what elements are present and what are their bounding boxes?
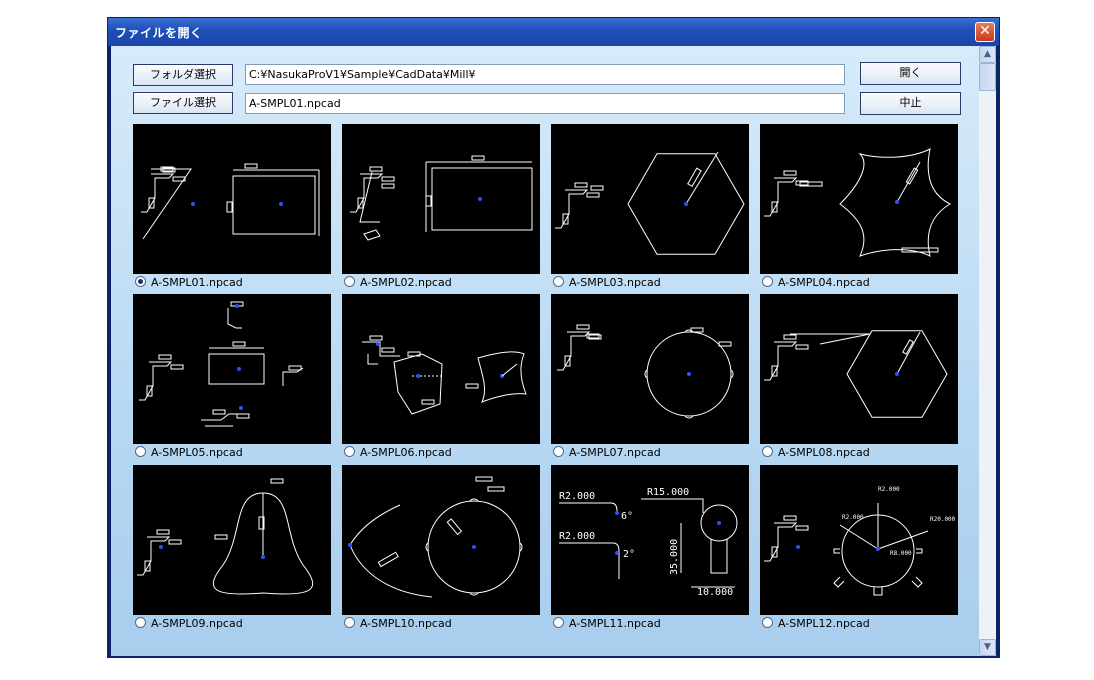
radio-button-icon[interactable] [135, 276, 146, 287]
scroll-down-icon[interactable]: ▼ [979, 639, 996, 656]
file-name-field[interactable]: A-SMPL01.npcad [245, 93, 845, 114]
radio-button-icon[interactable] [135, 617, 146, 628]
radio-button-icon[interactable] [344, 446, 355, 457]
file-select-button[interactable]: ファイル選択 [133, 92, 233, 114]
file-name-label: A-SMPL01.npcad [151, 276, 243, 289]
cad-drawing [764, 330, 948, 418]
file-option[interactable]: A-SMPL05.npcad [135, 446, 243, 460]
dialog-body: フォルダ選択 ファイル選択 C:¥NasukaProV1¥Sample¥CadD… [111, 46, 996, 656]
file-open-dialog: ファイルを開く ✕ フォルダ選択 ファイル選択 C:¥NasukaProV1¥S… [107, 17, 1000, 658]
radio-button-icon[interactable] [553, 276, 564, 287]
svg-text:R2.000: R2.000 [559, 491, 595, 502]
file-option[interactable]: A-SMPL08.npcad [762, 446, 870, 460]
radio-button-icon[interactable] [762, 617, 773, 628]
file-name-label: A-SMPL08.npcad [778, 446, 870, 459]
cad-thumbnail[interactable] [760, 124, 958, 274]
folder-path-field[interactable]: C:¥NasukaProV1¥Sample¥CadData¥Mill¥ [245, 64, 845, 85]
svg-text:R15.000: R15.000 [647, 487, 689, 498]
file-name-label: A-SMPL12.npcad [778, 617, 870, 630]
file-name-label: A-SMPL06.npcad [360, 446, 452, 459]
file-option[interactable]: A-SMPL12.npcad [762, 617, 870, 631]
svg-text:6°: 6° [621, 511, 633, 522]
cad-drawing [141, 163, 320, 240]
file-name-label: A-SMPL05.npcad [151, 446, 243, 459]
file-option[interactable]: A-SMPL02.npcad [344, 276, 452, 290]
cad-thumbnail[interactable] [760, 294, 958, 444]
scroll-up-icon[interactable]: ▲ [979, 46, 996, 63]
radio-button-icon[interactable] [344, 276, 355, 287]
title-bar[interactable]: ファイルを開く ✕ [108, 18, 999, 46]
scroll-thumb[interactable] [979, 63, 996, 91]
cad-thumbnail[interactable]: R2.000 R2.000 R8.000 R20.000 [760, 465, 958, 615]
file-option[interactable]: A-SMPL07.npcad [553, 446, 661, 460]
cad-thumbnail[interactable] [551, 294, 749, 444]
file-option[interactable]: A-SMPL10.npcad [344, 617, 452, 631]
file-name-label: A-SMPL10.npcad [360, 617, 452, 630]
cad-thumbnail[interactable] [133, 294, 331, 444]
file-name-label: A-SMPL02.npcad [360, 276, 452, 289]
file-name-label: A-SMPL07.npcad [569, 446, 661, 459]
file-option[interactable]: A-SMPL11.npcad [553, 617, 661, 631]
file-name-label: A-SMPL09.npcad [151, 617, 243, 630]
cad-thumbnail[interactable] [342, 124, 540, 274]
file-name-label: A-SMPL04.npcad [778, 276, 870, 289]
cad-drawing [350, 155, 533, 241]
folder-select-button[interactable]: フォルダ選択 [133, 64, 233, 86]
file-name-label: A-SMPL03.npcad [569, 276, 661, 289]
file-option[interactable]: A-SMPL04.npcad [762, 276, 870, 290]
radio-button-icon[interactable] [135, 446, 146, 457]
file-option[interactable]: A-SMPL01.npcad [135, 276, 243, 290]
radio-button-icon[interactable] [344, 617, 355, 628]
file-option[interactable]: A-SMPL06.npcad [344, 446, 452, 460]
radio-button-icon[interactable] [553, 617, 564, 628]
svg-text:R2.000: R2.000 [842, 514, 864, 521]
svg-text:35.000: 35.000 [669, 539, 680, 575]
svg-text:R8.000: R8.000 [890, 550, 912, 557]
radio-button-icon[interactable] [762, 276, 773, 287]
file-name-label: A-SMPL11.npcad [569, 617, 661, 630]
cad-thumbnail[interactable] [133, 465, 331, 615]
svg-text:R2.000: R2.000 [878, 486, 900, 493]
radio-button-icon[interactable] [762, 446, 773, 457]
cad-drawing: R2.000 R2.000 R15.000 6° 2° 10.000 35.000 [559, 487, 738, 598]
cad-drawing [362, 335, 527, 415]
vertical-scrollbar[interactable]: ▲ ▼ [979, 46, 996, 656]
svg-text:R20.000: R20.000 [930, 516, 956, 523]
cad-thumbnail[interactable] [342, 294, 540, 444]
cad-drawing [348, 476, 523, 598]
cad-drawing [557, 324, 734, 419]
file-option[interactable]: A-SMPL09.npcad [135, 617, 243, 631]
close-button[interactable]: ✕ [975, 22, 995, 42]
open-button[interactable]: 開く [860, 62, 961, 85]
cancel-button[interactable]: 中止 [860, 92, 961, 115]
svg-text:R2.000: R2.000 [559, 531, 595, 542]
cad-thumbnail[interactable]: R2.000 R2.000 R15.000 6° 2° 10.000 35.000 [551, 465, 749, 615]
cad-drawing [764, 148, 952, 257]
svg-text:2°: 2° [623, 549, 635, 560]
cad-thumbnail[interactable] [342, 465, 540, 615]
cad-drawing [555, 151, 745, 255]
cad-drawing [137, 478, 314, 595]
cad-thumbnail[interactable] [133, 124, 331, 274]
cad-drawing: R2.000 R2.000 R8.000 R20.000 [764, 486, 956, 596]
window-title: ファイルを開く [115, 26, 203, 40]
svg-text:10.000: 10.000 [697, 587, 733, 598]
cad-drawing [139, 301, 304, 427]
cad-thumbnail[interactable] [551, 124, 749, 274]
radio-button-icon[interactable] [553, 446, 564, 457]
file-option[interactable]: A-SMPL03.npcad [553, 276, 661, 290]
